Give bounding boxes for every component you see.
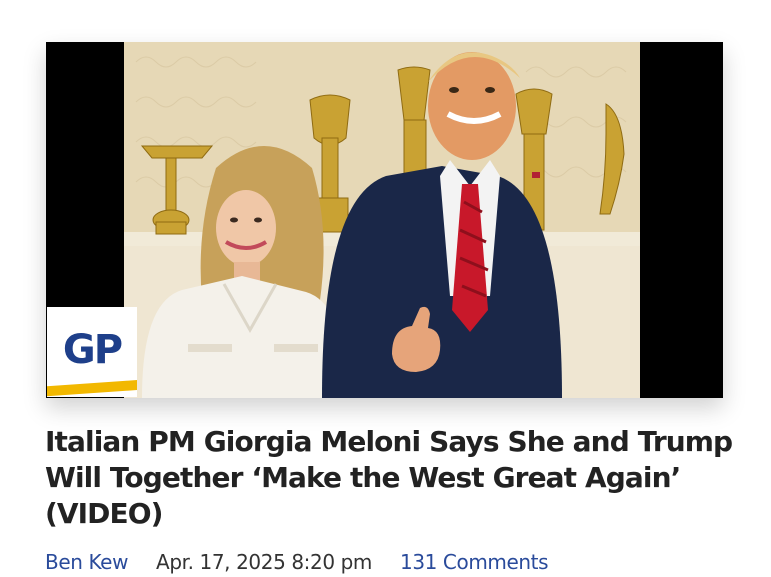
publish-date: Apr. 17, 2025 8:20 pm bbox=[156, 550, 372, 574]
gp-logo: GP bbox=[47, 307, 137, 397]
article-featured-image[interactable] bbox=[46, 42, 723, 398]
author-link[interactable]: Ben Kew bbox=[45, 550, 128, 574]
article-card: GP Italian PM Giorgia Meloni Says She an… bbox=[0, 0, 771, 577]
comments-link[interactable]: 131 Comments bbox=[400, 550, 549, 574]
photo-illustration bbox=[46, 42, 723, 398]
gp-logo-text: GP bbox=[62, 327, 123, 373]
gp-logo-stripe bbox=[47, 379, 137, 397]
article-meta: Ben Kew Apr. 17, 2025 8:20 pm 131 Commen… bbox=[45, 548, 549, 576]
article-headline[interactable]: Italian PM Giorgia Meloni Says She and T… bbox=[45, 424, 735, 532]
